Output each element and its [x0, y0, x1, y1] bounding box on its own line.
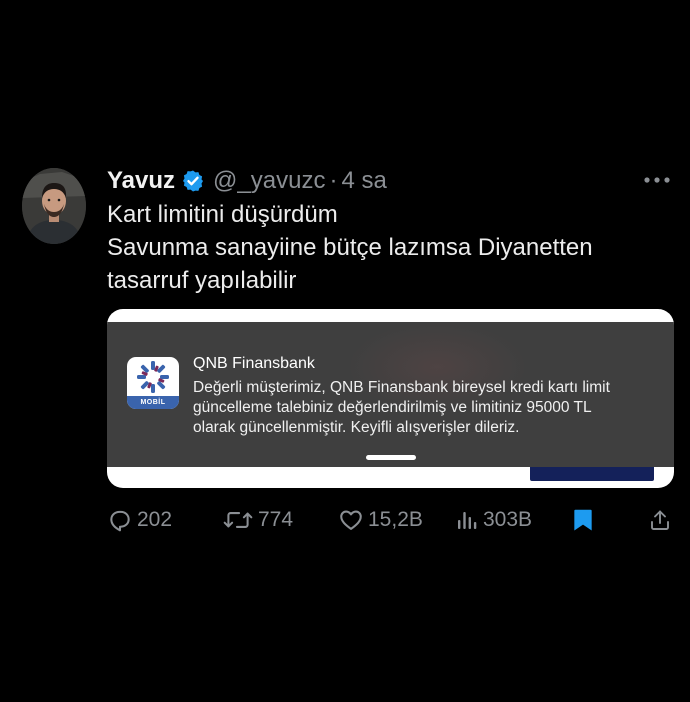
repost-icon: [223, 512, 253, 528]
author-handle[interactable]: @_yavuzc: [213, 167, 325, 195]
reply-count: 202: [137, 508, 173, 531]
tweet-header: Yavuz @_yavuzc · 4 sa: [107, 164, 387, 198]
tweet-text-line: tasarruf yapılabilir: [107, 267, 297, 294]
notification-body-line: olarak güncellenmiştir. Keyifli alışveri…: [193, 419, 520, 436]
bookmark-button[interactable]: [572, 500, 598, 540]
tweet-media-image[interactable]: MOBİL QNB Finansbank Değerli müşterimiz,…: [107, 309, 674, 488]
author-name[interactable]: Yavuz: [107, 167, 175, 195]
avatar-photo-icon: [22, 168, 86, 244]
avatar[interactable]: [22, 168, 86, 244]
notification-body-line: Değerli müşterimiz, QNB Finansbank birey…: [193, 379, 610, 396]
bookmark-icon: [574, 509, 592, 531]
heart-icon: [340, 510, 362, 530]
notification-title: QNB Finansbank: [193, 355, 315, 372]
tweet-text-line: Savunma sanayiine bütçe lazımsa Diyanett…: [107, 234, 593, 261]
repost-button[interactable]: 774: [222, 500, 293, 540]
tweet-text: Kart limitini düşürdüm Savunma sanayiine…: [107, 198, 677, 297]
like-button[interactable]: 15,2B: [338, 500, 423, 540]
more-options-icon[interactable]: [642, 170, 672, 190]
notification-body: Değerli müşterimiz, QNB Finansbank birey…: [193, 378, 663, 438]
tweet-actions: 202 774 15,2B 303B: [0, 500, 690, 540]
repost-count: 774: [258, 508, 294, 531]
notification-grab-handle: [366, 455, 416, 460]
notification-body-line: güncelleme talebiniz değerlendirilmiş ve…: [193, 399, 592, 416]
separator-dot: ·: [329, 167, 338, 194]
background-button: [530, 467, 654, 481]
tweet-text-line: Kart limitini düşürdüm: [107, 201, 338, 228]
like-count: 15,2B: [368, 508, 423, 531]
views-count: 303B: [483, 508, 533, 531]
qnb-logo-icon: [137, 361, 169, 393]
views-button[interactable]: 303B: [455, 500, 532, 540]
tweet: Yavuz @_yavuzc · 4 sa Kart limitini düşü…: [0, 0, 690, 702]
share-icon: [651, 510, 669, 530]
app-icon-label: MOBİL: [127, 396, 179, 409]
qnb-app-icon: MOBİL: [127, 357, 179, 409]
reply-icon: [110, 510, 130, 532]
reply-button[interactable]: 202: [107, 500, 172, 540]
share-button[interactable]: [648, 500, 676, 540]
verified-badge-icon: [183, 170, 204, 192]
bank-notification: MOBİL QNB Finansbank Değerli müşterimiz,…: [107, 322, 674, 467]
post-time[interactable]: 4 sa: [341, 167, 386, 195]
views-chart-icon: [458, 512, 477, 529]
